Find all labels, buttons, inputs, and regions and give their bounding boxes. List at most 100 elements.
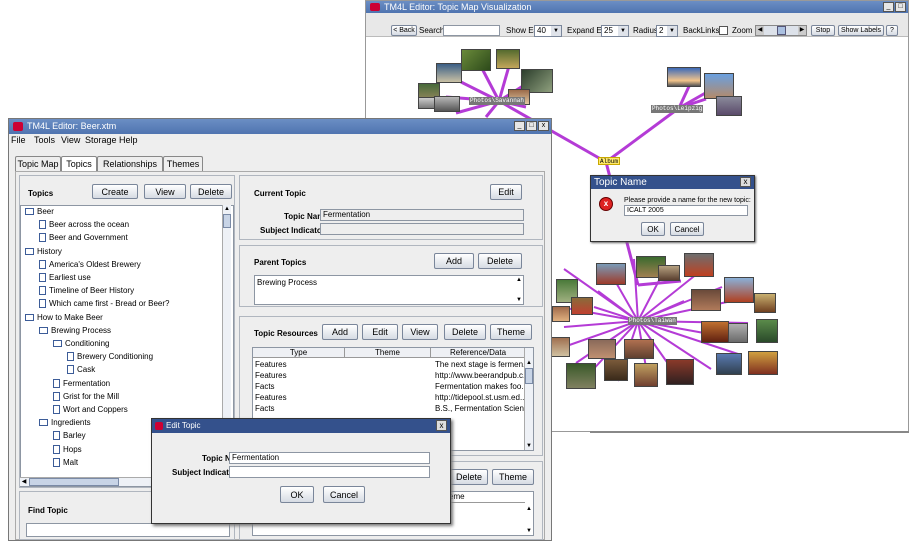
tree-folder-node[interactable]: ⚲Ingredients — [39, 417, 91, 429]
stop-button[interactable]: Stop — [811, 25, 835, 36]
minimize-icon[interactable]: _ — [514, 121, 525, 131]
add-parent-button[interactable]: Add — [434, 253, 474, 269]
node-photos-savannah[interactable]: Photos\Savannah — [469, 97, 526, 105]
tree-leaf-node[interactable]: Beer across the ocean — [39, 219, 129, 231]
photo-thumbnail[interactable] — [691, 289, 721, 311]
photo-thumbnail[interactable] — [667, 67, 701, 87]
scroll-up-arrow-icon[interactable]: ▲ — [515, 276, 523, 284]
edit-current-topic-button[interactable]: Edit — [490, 184, 522, 200]
radius-select[interactable]: 2 — [656, 25, 678, 37]
photo-thumbnail[interactable] — [566, 363, 596, 389]
table-row[interactable]: Features http://tidepool.st.usm.ed... — [253, 392, 525, 403]
scroll-down-arrow-icon[interactable]: ▼ — [515, 296, 523, 304]
show-e-select[interactable]: 40 — [534, 25, 562, 37]
tree-leaf-node[interactable]: America's Oldest Brewery — [39, 259, 141, 271]
edit-subject-indicator-input[interactable] — [229, 466, 430, 478]
menu-storage[interactable]: Storage — [85, 134, 117, 147]
tab-topic-map[interactable]: Topic Map — [15, 156, 61, 171]
scroll-up-arrow-icon[interactable]: ▲ — [525, 505, 533, 513]
table-row[interactable]: Features http://www.beerandpub.c... — [253, 370, 525, 381]
create-topic-button[interactable]: Create — [92, 184, 138, 199]
menu-help[interactable]: Help — [119, 134, 138, 147]
photo-thumbnail[interactable] — [552, 306, 570, 322]
photo-thumbnail[interactable] — [596, 263, 626, 285]
tree-folder-node[interactable]: ⚲Conditioning — [53, 338, 109, 350]
show-labels-button[interactable]: Show Labels — [838, 25, 884, 36]
photo-thumbnail[interactable] — [716, 353, 742, 375]
edit-topic-name-input[interactable]: Fermentation — [229, 452, 430, 464]
tree-leaf-node[interactable]: Grist for the Mill — [53, 391, 119, 403]
maximize-icon[interactable]: □ — [526, 121, 537, 131]
tree-leaf-node[interactable]: Timeline of Beer History — [39, 285, 134, 297]
topic-name-ok-button[interactable]: OK — [641, 222, 665, 236]
photo-thumbnail[interactable] — [588, 339, 616, 359]
zoom-right-arrow-icon[interactable]: ▶ — [798, 26, 806, 35]
zoom-left-arrow-icon[interactable]: ◀ — [756, 26, 764, 35]
node-photos-leipzig[interactable]: Photos\Leipzig — [651, 105, 704, 113]
back-button[interactable]: < Back — [391, 25, 417, 36]
tree-leaf-node[interactable]: Fermentation — [53, 378, 110, 390]
scroll-thumb[interactable] — [525, 368, 533, 384]
photo-thumbnail[interactable] — [724, 277, 754, 303]
column-header-reference[interactable]: Reference/Data — [431, 348, 525, 358]
tree-folder-node[interactable]: ⚲Brewing Process — [39, 325, 111, 337]
tab-topics[interactable]: Topics — [61, 156, 97, 171]
photo-thumbnail[interactable] — [684, 253, 714, 277]
backlinks-checkbox[interactable] — [719, 26, 728, 35]
lower-delete-button[interactable]: Delete — [450, 469, 488, 485]
tab-themes[interactable]: Themes — [163, 156, 203, 171]
edit-ok-button[interactable]: OK — [280, 486, 314, 503]
photo-thumbnail[interactable] — [756, 319, 778, 343]
close-icon[interactable]: x — [436, 420, 447, 431]
zoom-slider[interactable]: ◀ ▶ — [755, 25, 807, 36]
tree-leaf-node[interactable]: Hops — [53, 444, 82, 456]
maximize-icon[interactable]: □ — [895, 2, 906, 12]
graph-bottom-scrollbar[interactable] — [590, 431, 909, 433]
parent-topics-list[interactable]: Brewing Process ▲ ▼ — [254, 275, 524, 305]
search-input[interactable] — [443, 25, 500, 36]
view-resource-button[interactable]: View — [402, 324, 438, 340]
photo-thumbnail[interactable] — [496, 49, 520, 69]
menu-view[interactable]: View — [61, 134, 80, 147]
table-row[interactable]: Facts Fermentation makes foo... — [253, 381, 525, 392]
scroll-up-arrow-icon[interactable]: ▲ — [223, 205, 231, 213]
tree-leaf-node[interactable]: Cask — [67, 364, 95, 376]
scroll-thumb[interactable] — [223, 214, 231, 228]
expand-select[interactable]: 25 — [601, 25, 629, 37]
table-row[interactable]: Features The next stage is fermen... — [253, 359, 525, 370]
tree-leaf-node[interactable]: Barley — [53, 430, 86, 442]
delete-topic-button[interactable]: Delete — [190, 184, 232, 199]
photo-thumbnail[interactable] — [754, 293, 776, 313]
help-button[interactable]: ? — [886, 25, 898, 36]
photo-thumbnail[interactable] — [658, 265, 680, 281]
menu-file[interactable]: File — [11, 134, 26, 147]
tree-leaf-node[interactable]: Wort and Coppers — [53, 404, 128, 416]
delete-resource-button[interactable]: Delete — [444, 324, 486, 340]
topic-name-cancel-button[interactable]: Cancel — [670, 222, 704, 236]
photo-thumbnail[interactable] — [604, 359, 628, 381]
minimize-icon[interactable]: _ — [883, 2, 894, 12]
photo-thumbnail[interactable] — [571, 297, 593, 315]
find-topic-input[interactable] — [26, 523, 230, 537]
tree-folder-node[interactable]: ⚲How to Make Beer — [25, 312, 103, 324]
scroll-hthumb[interactable] — [29, 478, 119, 486]
edit-resource-button[interactable]: Edit — [362, 324, 398, 340]
close-icon[interactable]: x — [538, 121, 549, 131]
photo-thumbnail[interactable] — [624, 339, 654, 359]
table-scrollbar[interactable]: ▲ ▼ — [524, 348, 533, 450]
node-album[interactable]: Album — [598, 157, 621, 165]
view-topic-button[interactable]: View — [144, 184, 186, 199]
photo-thumbnail[interactable] — [726, 323, 748, 343]
photo-thumbnail[interactable] — [434, 96, 460, 112]
table-row[interactable]: Facts B.S., Fermentation Scien... — [253, 403, 525, 414]
column-header-theme[interactable]: eme — [449, 492, 465, 501]
photo-thumbnail[interactable] — [436, 63, 462, 83]
scroll-down-arrow-icon[interactable]: ▼ — [525, 442, 533, 450]
photo-thumbnail[interactable] — [716, 96, 742, 116]
photo-thumbnail[interactable] — [701, 321, 729, 343]
tab-relationships[interactable]: Relationships — [97, 156, 163, 171]
tree-leaf-node[interactable]: Which came first - Bread or Beer? — [39, 298, 169, 310]
delete-parent-button[interactable]: Delete — [478, 253, 522, 269]
tree-leaf-node[interactable]: Brewery Conditioning — [67, 351, 153, 363]
tree-folder-node[interactable]: ⚲History — [25, 246, 62, 258]
